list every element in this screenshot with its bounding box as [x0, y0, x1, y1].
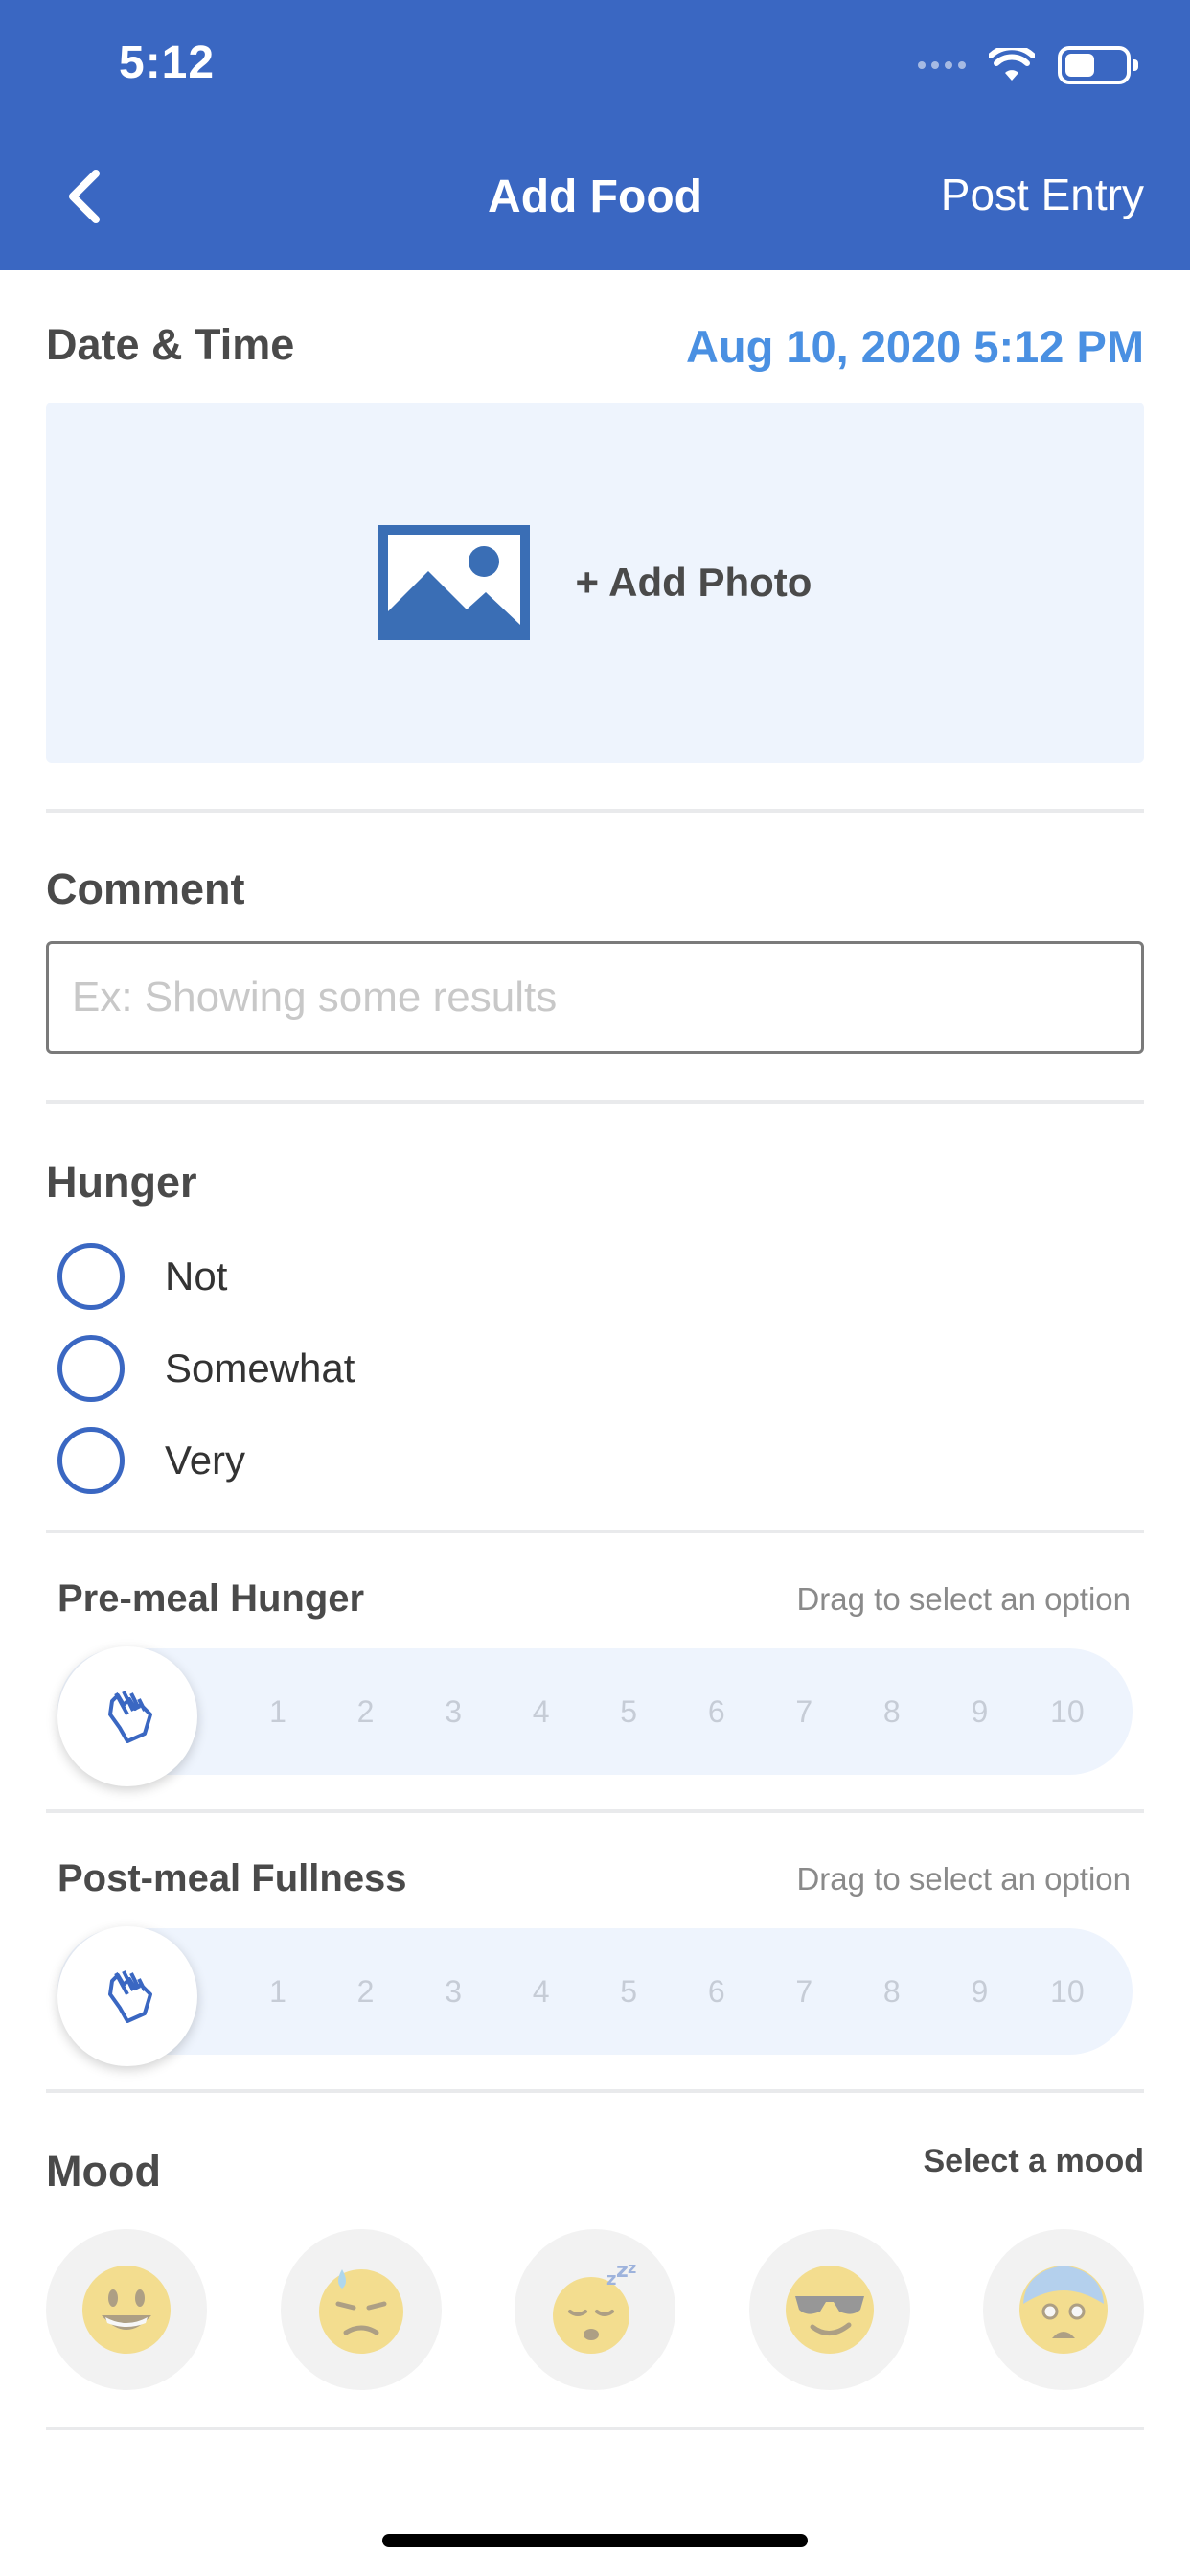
sad-sweat-face-icon — [318, 2269, 403, 2354]
scale-number: 1 — [269, 1973, 286, 2009]
hunger-option-not[interactable]: Not — [57, 1242, 227, 1311]
scale-number: 7 — [795, 1973, 813, 2009]
top-bar: 5:12 Add Food Post Entry — [0, 0, 1190, 270]
scale-number: 3 — [445, 1693, 462, 1729]
status-icons — [918, 42, 1138, 88]
scale-number: 7 — [795, 1693, 813, 1729]
mood-cool-button[interactable] — [748, 2229, 910, 2390]
post-meal-hint: Drag to select an option — [796, 1861, 1131, 1897]
pointing-hand-icon — [108, 1690, 152, 1743]
pointing-hand-icon — [108, 1970, 152, 2023]
scale-number: 2 — [356, 1693, 375, 1729]
date-time-value[interactable]: Aug 10, 2020 5:12 PM — [686, 320, 1144, 373]
slider-scale: 1 2 3 4 5 6 7 8 9 10 — [249, 1648, 1096, 1775]
scale-number: 6 — [707, 1693, 725, 1729]
mood-happy-button[interactable] — [46, 2229, 207, 2390]
hunger-option-very[interactable]: Very — [57, 1426, 245, 1495]
svg-text:z: z — [606, 2269, 616, 2289]
comment-label: Comment — [46, 864, 245, 913]
scale-number: 8 — [882, 1693, 901, 1729]
battery-icon — [1058, 46, 1138, 84]
comment-input[interactable] — [46, 941, 1144, 1054]
scale-number: 2 — [356, 1973, 375, 2009]
slider-handle[interactable] — [57, 1646, 197, 1786]
add-photo-label: + Add Photo — [575, 560, 812, 605]
mood-tired-button[interactable]: z z z — [515, 2229, 675, 2390]
cellular-signal-icon — [918, 61, 966, 69]
home-indicator — [382, 2534, 808, 2547]
divider — [46, 1100, 1144, 1104]
radio-button[interactable] — [57, 1243, 125, 1310]
mood-hint: Select a mood — [923, 2143, 1144, 2179]
divider — [46, 1530, 1144, 1533]
divider — [46, 2089, 1144, 2093]
scale-number: 10 — [1050, 1973, 1085, 2009]
add-photo-area[interactable]: + Add Photo — [46, 402, 1144, 763]
pre-meal-hint: Drag to select an option — [796, 1581, 1131, 1617]
anxious-face-icon — [1019, 2266, 1108, 2354]
scale-number: 5 — [620, 1693, 638, 1729]
slider-handle[interactable] — [57, 1926, 197, 2066]
mood-sad-button[interactable] — [280, 2229, 442, 2390]
scale-number: 9 — [971, 1973, 989, 2009]
sunglasses-face-icon — [785, 2266, 874, 2354]
sleeping-face-icon: z z z — [553, 2262, 636, 2354]
scale-number: 4 — [532, 1693, 550, 1729]
pre-meal-hunger-slider[interactable]: 1 2 3 4 5 6 7 8 9 10 — [57, 1646, 1133, 1786]
svg-text:z: z — [616, 2262, 629, 2283]
scale-number: 1 — [269, 1693, 286, 1729]
post-meal-fullness-label: Post-meal Fullness — [57, 1857, 407, 1899]
mood-options: z z z — [46, 2229, 1144, 2390]
post-meal-fullness-slider[interactable]: 1 2 3 4 5 6 7 8 9 10 — [57, 1926, 1133, 2066]
post-entry-button[interactable]: Post Entry — [941, 169, 1144, 220]
radio-button[interactable] — [57, 1427, 125, 1494]
scale-number: 10 — [1050, 1693, 1085, 1729]
hunger-label: Hunger — [46, 1158, 197, 1207]
divider — [46, 809, 1144, 813]
divider — [46, 1809, 1144, 1813]
scale-number: 8 — [882, 1973, 901, 2009]
hunger-option-label: Somewhat — [165, 1346, 355, 1391]
scale-number: 3 — [445, 1973, 462, 2009]
hunger-option-label: Not — [165, 1254, 228, 1299]
divider — [46, 2426, 1144, 2430]
radio-button[interactable] — [57, 1335, 125, 1402]
image-icon — [378, 525, 530, 640]
scale-number: 4 — [532, 1973, 550, 2009]
mood-label: Mood — [46, 2147, 161, 2196]
date-time-label: Date & Time — [46, 320, 295, 369]
scale-number: 5 — [620, 1973, 638, 2009]
smiling-face-icon — [82, 2266, 171, 2354]
hunger-option-somewhat[interactable]: Somewhat — [57, 1334, 355, 1403]
slider-scale: 1 2 3 4 5 6 7 8 9 10 — [249, 1928, 1096, 2055]
scale-number: 6 — [707, 1973, 725, 2009]
mood-anxious-button[interactable] — [983, 2229, 1144, 2390]
scale-number: 9 — [971, 1693, 989, 1729]
pre-meal-hunger-label: Pre-meal Hunger — [57, 1577, 365, 1620]
wifi-icon — [989, 48, 1035, 80]
status-time: 5:12 — [119, 37, 216, 88]
svg-text:z: z — [628, 2262, 636, 2277]
hunger-option-label: Very — [165, 1438, 246, 1483]
